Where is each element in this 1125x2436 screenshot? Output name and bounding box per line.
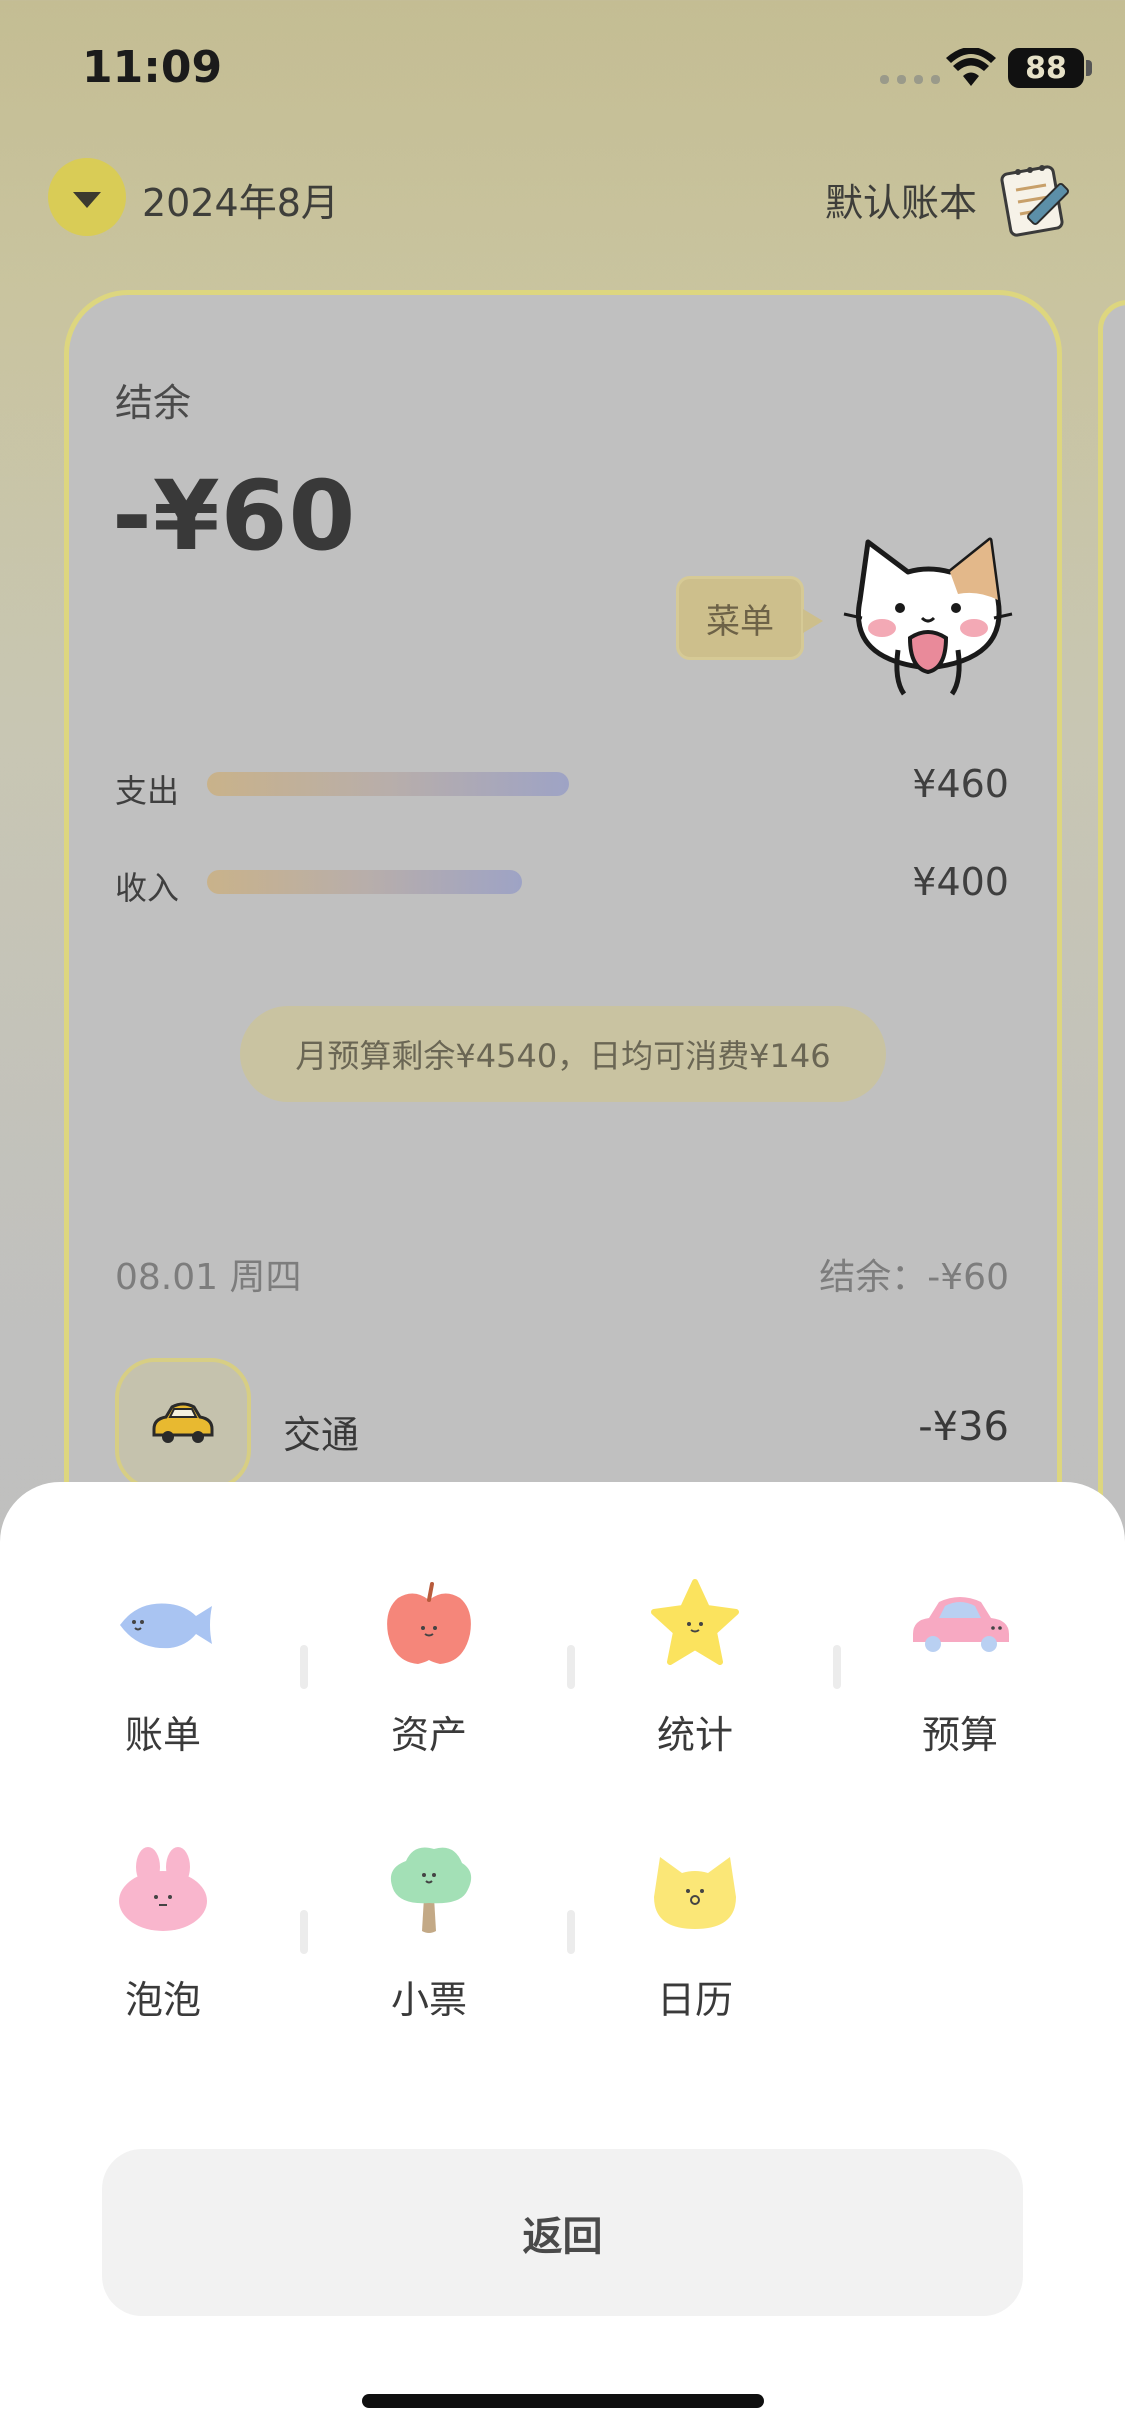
expense-label: 支出 xyxy=(115,772,180,810)
balance-label: 结余 xyxy=(115,381,192,425)
income-bar xyxy=(207,870,522,894)
back-button-label: 返回 xyxy=(522,2213,603,2260)
notebook-icon[interactable] xyxy=(998,160,1078,240)
menu-divider xyxy=(833,1645,841,1689)
budget-summary-pill[interactable]: 月预算剩余¥4540，日均可消费¥146 xyxy=(240,1006,886,1102)
wifi-icon xyxy=(946,48,996,86)
expense-bar xyxy=(207,772,569,796)
income-label: 收入 xyxy=(115,869,180,907)
menu-item-label: 日历 xyxy=(656,1978,733,2022)
account-book-label[interactable]: 默认账本 xyxy=(825,172,977,227)
menu-item-statistics[interactable]: 统计 xyxy=(615,1570,775,1770)
caret-down-icon xyxy=(73,192,101,208)
balance-value: -¥60 xyxy=(112,460,357,572)
back-button[interactable]: 返回 xyxy=(102,2149,1023,2316)
menu-item-calendar[interactable]: 日历 xyxy=(615,1835,775,2035)
menu-divider xyxy=(300,1910,308,1954)
next-card-peek[interactable] xyxy=(1098,300,1125,1600)
menu-item-receipts[interactable]: 小票 xyxy=(349,1835,509,2035)
menu-bubble-label: 菜单 xyxy=(706,601,774,642)
fish-icon xyxy=(120,1603,212,1649)
menu-item-bills[interactable]: 账单 xyxy=(83,1570,243,1770)
apple-icon xyxy=(387,1582,471,1664)
menu-item-label: 泡泡 xyxy=(124,1978,201,2022)
car-icon xyxy=(913,1597,1009,1652)
transaction-amount: -¥36 xyxy=(918,1404,1009,1450)
menu-item-label: 预算 xyxy=(921,1713,998,1757)
month-label[interactable]: 2024年8月 xyxy=(142,172,339,227)
star-icon xyxy=(651,1579,739,1665)
transaction-category-icon[interactable] xyxy=(115,1358,251,1490)
menu-divider xyxy=(300,1645,308,1689)
home-indicator[interactable] xyxy=(362,2394,764,2408)
menu-divider xyxy=(567,1910,575,1954)
battery-icon: 88 xyxy=(1008,48,1084,88)
cellular-signal-icon xyxy=(880,75,940,84)
menu-divider xyxy=(567,1645,575,1689)
menu-bubble[interactable]: 菜单 xyxy=(676,576,823,660)
status-time: 11:09 xyxy=(82,42,223,93)
cat-icon xyxy=(654,1857,736,1929)
cat-mascot-icon[interactable] xyxy=(838,530,1018,700)
day-date: 08.01 周四 xyxy=(115,1257,302,1298)
month-dropdown-button[interactable] xyxy=(48,158,126,236)
expense-amount: ¥460 xyxy=(912,762,1009,806)
menu-item-budget[interactable]: 预算 xyxy=(880,1570,1040,1770)
budget-summary-text: 月预算剩余¥4540，日均可消费¥146 xyxy=(295,1037,831,1075)
bunny-icon xyxy=(119,1847,207,1931)
menu-item-label: 小票 xyxy=(390,1978,467,2022)
battery-cap xyxy=(1086,60,1092,76)
menu-item-assets[interactable]: 资产 xyxy=(349,1570,509,1770)
menu-item-label: 统计 xyxy=(656,1713,733,1757)
taxi-icon xyxy=(152,1402,214,1443)
transaction-name[interactable]: 交通 xyxy=(283,1404,359,1459)
menu-item-label: 账单 xyxy=(124,1713,201,1757)
tree-icon xyxy=(390,1847,472,1933)
menu-item-label: 资产 xyxy=(390,1713,467,1757)
income-amount: ¥400 xyxy=(912,860,1009,904)
day-balance: 结余：-¥60 xyxy=(819,1257,1009,1298)
menu-item-bubbles[interactable]: 泡泡 xyxy=(83,1835,243,2035)
